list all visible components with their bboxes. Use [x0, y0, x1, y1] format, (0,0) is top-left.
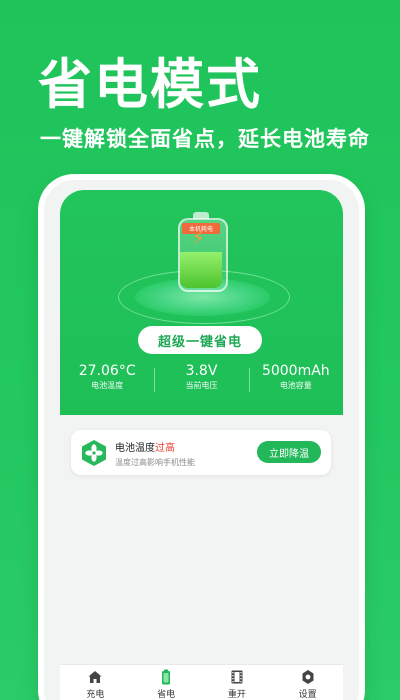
alert-title-highlight: 过高 — [155, 443, 175, 454]
bottom-tab-bar: 充电 省电 重开 设置 — [60, 664, 343, 700]
battery-icon — [162, 669, 171, 685]
alert-subtitle: 温度过高影响手机性能 — [115, 458, 195, 467]
promo-subtitle: 一键解锁全面省点，延长电池寿命 — [40, 127, 370, 151]
tab-restart[interactable]: 重开 — [202, 665, 273, 700]
tab-label: 省电 — [157, 690, 176, 700]
alert-title: 电池温度过高 — [115, 439, 175, 454]
tab-save-power[interactable]: 省电 — [131, 665, 202, 700]
tab-settings[interactable]: 设置 — [272, 665, 343, 700]
tab-label: 充电 — [86, 690, 105, 700]
stat-voltage: 3.8V 当前电压 — [154, 362, 248, 402]
gear-icon — [302, 670, 314, 684]
stat-label: 当前电压 — [185, 381, 218, 390]
battery-hero-panel: 本机耗电 ⚡ 超级一键省电 27.06°C 电池温度 3.8V 当前电压 500… — [60, 190, 343, 415]
stat-label: 电池温度 — [91, 381, 124, 390]
super-save-power-button[interactable]: 超级一键省电 — [138, 326, 262, 354]
stat-value: 5000mAh — [261, 363, 330, 379]
stat-label: 电池容量 — [279, 381, 312, 390]
cool-down-button[interactable]: 立即降温 — [257, 441, 321, 463]
stat-value: 3.8V — [185, 363, 218, 379]
stat-value: 27.06°C — [78, 363, 136, 379]
promo-title: 省电模式 — [38, 53, 262, 116]
home-icon — [88, 671, 102, 683]
lightning-icon: ⚡ — [192, 228, 205, 249]
tab-label: 重开 — [227, 690, 246, 700]
stat-temperature: 27.06°C 电池温度 — [60, 362, 154, 402]
battery-level-fill — [180, 252, 222, 288]
tab-label: 设置 — [298, 690, 317, 700]
phone-frame: 本机耗电 ⚡ 超级一键省电 27.06°C 电池温度 3.8V 当前电压 500… — [44, 180, 359, 700]
stat-capacity: 5000mAh 电池容量 — [248, 362, 343, 402]
alert-title-prefix: 电池温度 — [115, 443, 155, 454]
app-screen: 本机耗电 ⚡ 超级一键省电 27.06°C 电池温度 3.8V 当前电压 500… — [44, 180, 359, 700]
film-icon — [231, 670, 243, 684]
fan-icon — [82, 440, 106, 466]
battery-stats: 27.06°C 电池温度 3.8V 当前电压 5000mAh 电池容量 — [60, 362, 343, 402]
temperature-alert-card: 电池温度过高 温度过高影响手机性能 立即降温 — [71, 430, 331, 475]
tab-charge[interactable]: 充电 — [60, 665, 131, 700]
